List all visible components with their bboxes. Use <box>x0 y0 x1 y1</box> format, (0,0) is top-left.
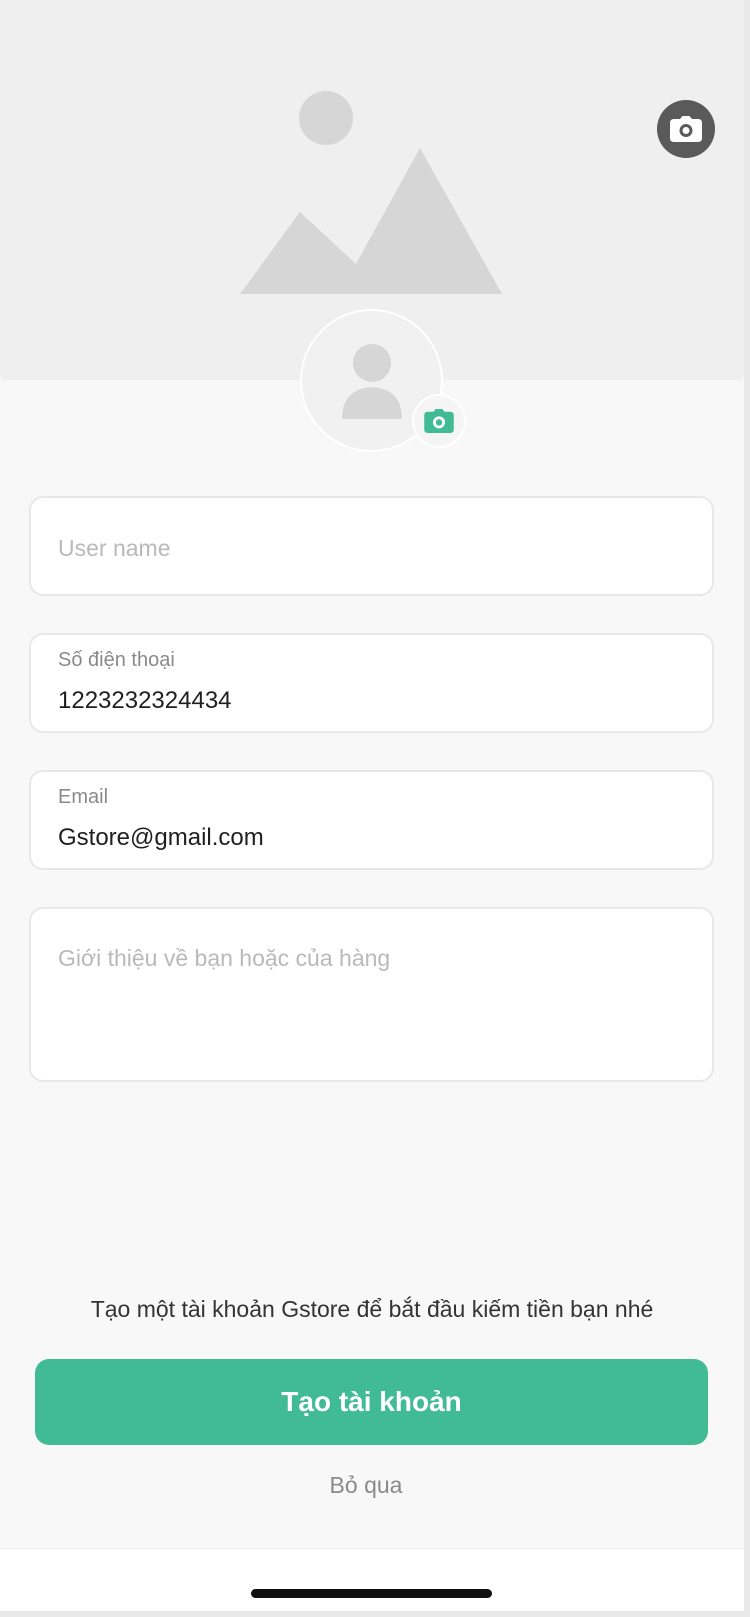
email-value: Gstore@gmail.com <box>58 824 264 851</box>
username-field[interactable]: User name <box>29 496 714 596</box>
home-indicator-bar <box>0 1548 744 1611</box>
bio-placeholder: Giới thiệu về bạn hoặc của hàng <box>58 945 391 971</box>
phone-label: Số điện thoại <box>58 649 175 671</box>
username-placeholder: User name <box>58 535 171 561</box>
email-label: Email <box>58 786 109 808</box>
cover-camera-button[interactable] <box>657 100 715 158</box>
image-placeholder-icon <box>240 91 502 294</box>
person-icon <box>342 344 402 419</box>
email-field[interactable]: Email Gstore@gmail.com <box>29 770 714 870</box>
phone-value: 1223232324434 <box>58 687 232 714</box>
skip-button[interactable]: Bỏ qua <box>0 1472 732 1499</box>
camera-icon <box>670 116 702 142</box>
home-indicator <box>251 1589 492 1598</box>
create-account-screen: User name Số điện thoại 1223232324434 Em… <box>0 0 744 1611</box>
phone-field[interactable]: Số điện thoại 1223232324434 <box>29 633 714 733</box>
signup-hint-text: Tạo một tài khoản Gstore để bắt đầu kiếm… <box>90 1296 654 1322</box>
camera-icon <box>424 409 454 433</box>
create-account-button[interactable]: Tạo tài khoản <box>35 1359 708 1445</box>
bio-textarea[interactable]: Giới thiệu về bạn hoặc của hàng <box>29 907 714 1082</box>
avatar-camera-button[interactable] <box>412 394 466 448</box>
